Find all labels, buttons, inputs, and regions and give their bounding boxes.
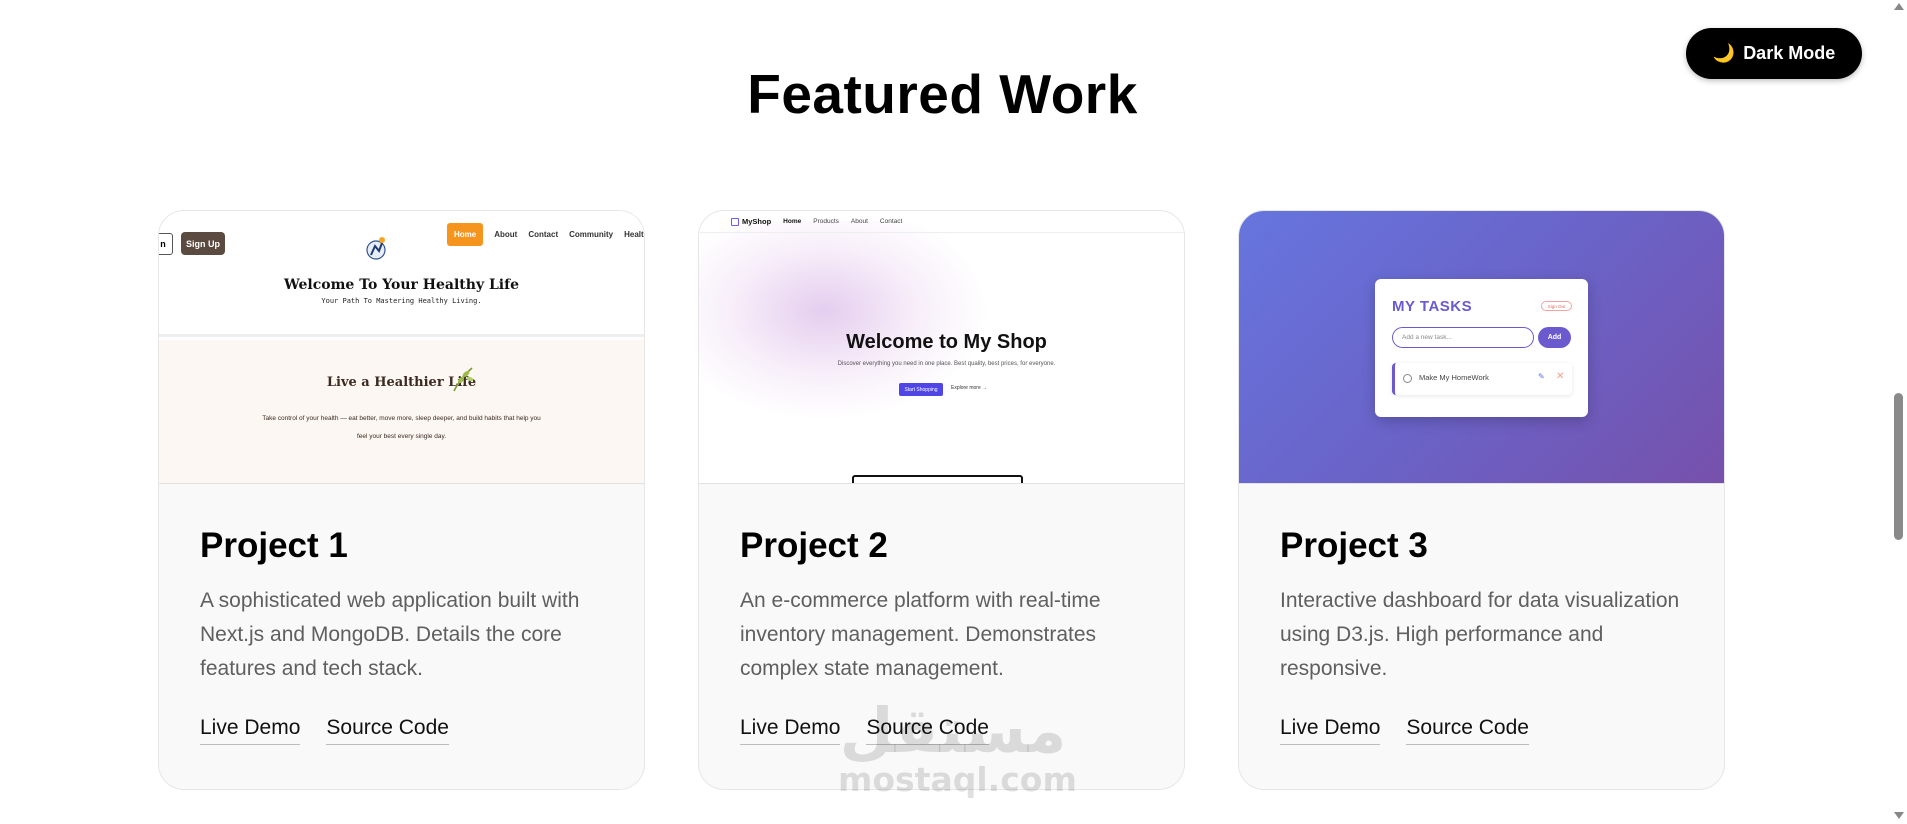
- project-description: A sophisticated web application built wi…: [200, 589, 580, 680]
- live-demo-link[interactable]: Live Demo: [740, 716, 841, 745]
- project-description: An e-commerce platform with real-time in…: [740, 589, 1101, 680]
- preview-nav-contact: Contact: [528, 230, 559, 239]
- shopping-bag-icon: [731, 217, 739, 226]
- preview-nav-products: Products: [813, 218, 839, 225]
- preview-box: [852, 475, 1023, 483]
- project-links: Live Demo Source Code: [1280, 716, 1683, 745]
- scrollbar-thumb[interactable]: [1894, 393, 1903, 540]
- preview-tasks-panel: MY TASKS Sign Out Add a new task... Add …: [1375, 279, 1588, 417]
- preview-panel-title: MY TASKS: [1392, 298, 1473, 315]
- source-code-link[interactable]: Source Code: [1406, 716, 1529, 745]
- source-code-link[interactable]: Source Code: [866, 716, 989, 745]
- project-1-preview[interactable]: n Sign Up Home About Contact Community H…: [159, 211, 644, 484]
- project-card-2: MyShop Home Products About Contact Welco…: [698, 210, 1185, 790]
- preview-nav-about: About: [494, 230, 518, 239]
- moon-icon: 🌙: [1712, 43, 1736, 63]
- preview-task-text: Make My HomeWork: [1419, 373, 1489, 382]
- preview-nav-home: Home: [783, 218, 802, 225]
- delete-icon: ✕: [1556, 371, 1565, 382]
- preview-nav-home: Home: [447, 223, 484, 246]
- dark-mode-button[interactable]: 🌙 Dark Mode: [1686, 28, 1862, 79]
- preview-subheading: Discover everything you need in one plac…: [837, 361, 1056, 367]
- preview-heading: Welcome to My Shop: [846, 331, 1047, 353]
- project-links: Live Demo Source Code: [740, 716, 1143, 745]
- preview-add-button: Add: [1538, 327, 1571, 348]
- page: Featured Work 🌙 Dark Mode n Sign Up Home…: [0, 0, 1907, 824]
- preview-nav-health: Healt: [624, 230, 644, 239]
- card-body: Project 1 A sophisticated web applicatio…: [159, 484, 644, 745]
- project-card-1: n Sign Up Home About Contact Community H…: [158, 210, 645, 790]
- preview-nav: MyShop Home Products About Contact: [699, 211, 1184, 233]
- preview-paragraph-line2: feel your best every single day.: [356, 433, 447, 440]
- preview-task-item: Make My HomeWork ✎ ✕: [1392, 363, 1572, 395]
- preview-brand: MyShop: [731, 217, 771, 226]
- preview-login-button: n: [159, 233, 173, 255]
- section-title: Featured Work: [747, 63, 1138, 125]
- project-title: Project 2: [740, 526, 888, 565]
- edit-icon: ✎: [1538, 372, 1545, 381]
- dark-mode-label: Dark Mode: [1743, 43, 1836, 63]
- preview-signout-button: Sign Out: [1541, 301, 1572, 311]
- preview-task-input: Add a new task...: [1392, 327, 1534, 348]
- project-description: Interactive dashboard for data visualiza…: [1280, 589, 1680, 680]
- live-demo-link[interactable]: Live Demo: [200, 716, 301, 745]
- project-2-preview[interactable]: MyShop Home Products About Contact Welco…: [699, 211, 1184, 484]
- live-demo-link[interactable]: Live Demo: [1280, 716, 1381, 745]
- scroll-down-arrow-icon[interactable]: [1894, 812, 1904, 819]
- preview-nav: Home About Contact Community Healt: [447, 223, 644, 246]
- project-links: Live Demo Source Code: [200, 716, 603, 745]
- scroll-up-arrow-icon[interactable]: [1894, 3, 1904, 10]
- preview-start-shopping-button: Start Shopping: [899, 383, 943, 396]
- preview-nav-about: About: [850, 218, 868, 225]
- checkbox-icon: [1403, 374, 1412, 383]
- scrollbar[interactable]: [1890, 0, 1907, 824]
- preview-subheading: Your Path To Mastering Healthy Living.: [321, 297, 482, 305]
- preview-brand-label: MyShop: [742, 217, 772, 226]
- preview-section: [159, 340, 644, 483]
- preview-nav-contact: Contact: [879, 218, 903, 225]
- preview-signup-button: Sign Up: [181, 232, 225, 255]
- preview-heading: Welcome To Your Healthy Life: [283, 277, 520, 293]
- leaf-icon: [453, 367, 474, 392]
- preview-section-heading: Live a Healthier Life: [326, 375, 477, 390]
- card-body: Project 2 An e-commerce platform with re…: [699, 484, 1184, 745]
- preview-paragraph-line1: Take control of your health — eat better…: [262, 415, 541, 422]
- preview-nav-community: Community: [569, 230, 614, 239]
- health-logo-icon: [366, 237, 386, 260]
- preview-gradient-blob: [699, 221, 989, 421]
- project-card-3: MY TASKS Sign Out Add a new task... Add …: [1238, 210, 1725, 790]
- source-code-link[interactable]: Source Code: [326, 716, 449, 745]
- project-3-preview[interactable]: MY TASKS Sign Out Add a new task... Add …: [1239, 211, 1724, 484]
- card-body: Project 3 Interactive dashboard for data…: [1239, 484, 1724, 745]
- project-title: Project 1: [200, 526, 348, 565]
- project-title: Project 3: [1280, 526, 1428, 565]
- preview-explore-link: Explore more →: [951, 385, 988, 391]
